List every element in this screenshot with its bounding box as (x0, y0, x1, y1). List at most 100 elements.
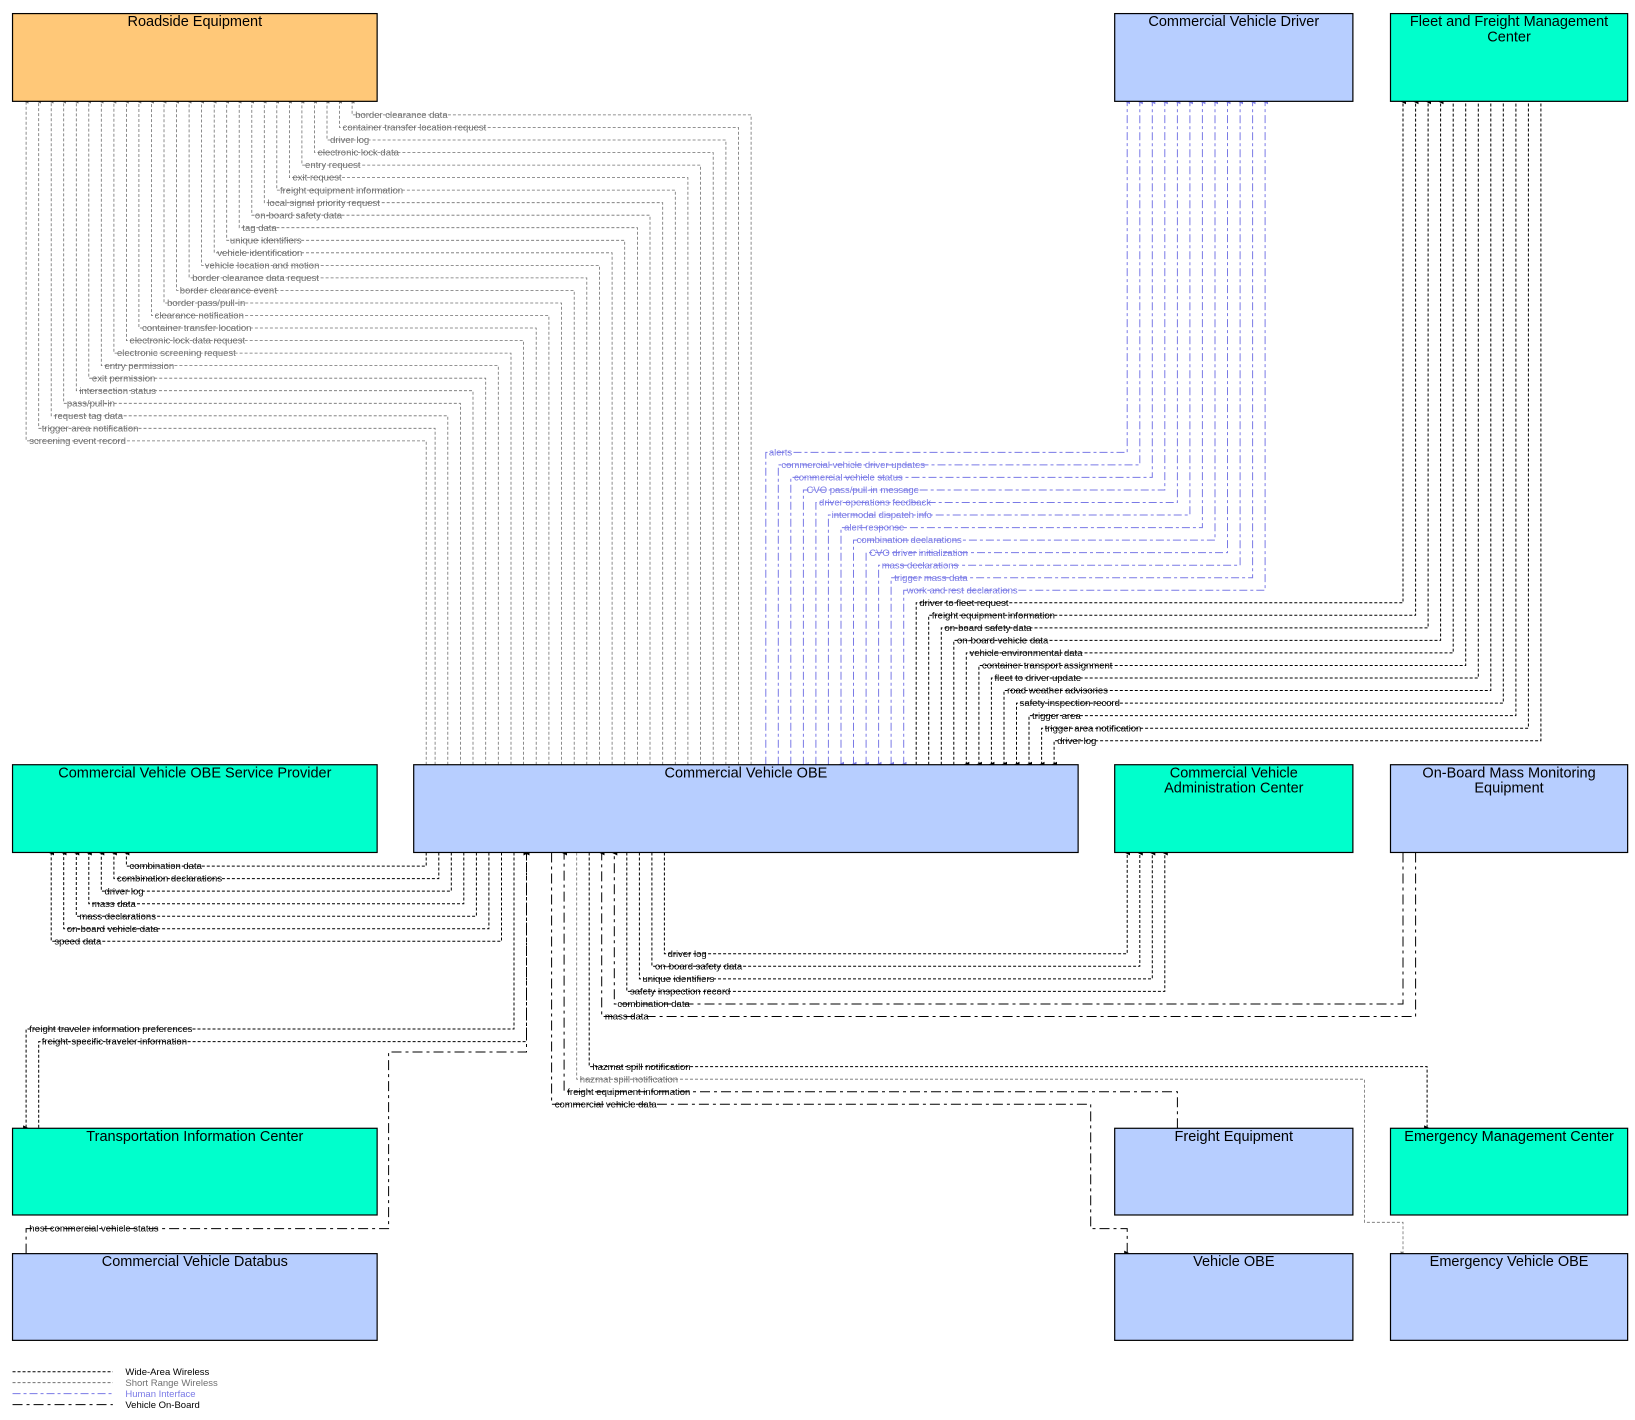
flow-label: exit permission (92, 373, 155, 384)
flow-label: on-board vehicle data (957, 636, 1049, 647)
flow-obe-cvac (651, 849, 1143, 967)
flow-label: safety inspection record (1020, 698, 1120, 709)
flow-label: vehicle identification (217, 248, 302, 259)
element-rse[interactable]: Roadside Equipment (11, 12, 378, 102)
flow-label: commercial vehicle driver updates (781, 460, 925, 471)
flow-rse-obe (349, 98, 752, 765)
flow-obmm-obe (611, 849, 1404, 1005)
flow-label: trigger area notification (1045, 723, 1142, 734)
flow-label: safety inspection record (630, 987, 730, 998)
element-label: Vehicle OBE (1193, 1254, 1275, 1270)
flow-label: alert response (844, 523, 904, 534)
legend-label: Human Interface (125, 1389, 195, 1400)
flow-label: request tag data (54, 411, 123, 422)
flow-rse-obe (186, 98, 588, 765)
element-fe[interactable]: Freight Equipment (1114, 1127, 1354, 1216)
element-label: Commercial Vehicle Databus (102, 1254, 288, 1270)
element-label: Transportation Information Center (86, 1129, 303, 1145)
flow-label: electronic lock data request (130, 336, 246, 347)
flows-layer: border clearance data container transfer … (23, 98, 1542, 1257)
flow-label: speed data (54, 936, 102, 947)
element-label: Freight Equipment (1175, 1129, 1293, 1145)
element-cvdb[interactable]: Commercial Vehicle Databus (11, 1253, 378, 1341)
flow-label: container transport assignment (982, 661, 1113, 672)
flow-label: commercial vehicle status (794, 473, 903, 484)
flow-label: border clearance data (355, 110, 448, 121)
flow-label: combination data (130, 861, 203, 872)
element-label: On-Board Mass Monitoring (1422, 765, 1595, 781)
element-label: Commercial Vehicle OBE Service Provider (58, 765, 331, 781)
legend-item-wide-area-wireless: Wide-Area Wireless (12, 1367, 210, 1378)
element-emc[interactable]: Emergency Management Center (1389, 1127, 1629, 1216)
flow-label: driver log (104, 886, 143, 897)
element-label: Center (1487, 29, 1531, 45)
flow-label: pass/pull-in (67, 398, 115, 409)
element-label: Emergency Vehicle OBE (1430, 1254, 1589, 1270)
flow-label: unique identifiers (642, 974, 714, 985)
flow-label: CVO pass/pull-in message (807, 485, 919, 496)
element-label: Equipment (1474, 780, 1543, 796)
legend-item-vehicle-on-board: Vehicle On-Board (12, 1400, 200, 1411)
element-label: Commercial Vehicle (1170, 765, 1298, 781)
flow-label: driver operations feedback (819, 498, 931, 509)
flow-label: freight equipment information (280, 185, 403, 196)
flow-label: fleet to driver update (995, 673, 1082, 684)
flow-label: freight equipment information (567, 1087, 690, 1098)
element-obmm[interactable]: On-Board Mass MonitoringEquipment (1389, 764, 1629, 854)
flow-label: on-board safety data (255, 210, 343, 221)
flow-label: trigger mass data (894, 573, 968, 584)
flow-rse-obe (337, 98, 739, 765)
element-vobe[interactable]: Vehicle OBE (1114, 1253, 1354, 1341)
flow-label: container transfer location (142, 323, 251, 334)
legend-item-short-range-wireless: Short Range Wireless (12, 1378, 218, 1389)
flow-label: trigger area (1032, 711, 1081, 722)
element-cvobe[interactable]: Commercial Vehicle OBE (413, 764, 1079, 854)
element-obesp[interactable]: Commercial Vehicle OBE Service Provider (11, 764, 378, 854)
flow-obe-cvac (638, 849, 1156, 980)
legend-item-human-interface: Human Interface (12, 1389, 196, 1400)
flow-label: electronic screening request (117, 348, 236, 359)
flow-label: driver log (1057, 736, 1096, 747)
flow-label: clearance notification (155, 311, 244, 322)
flow-label: freight traveler information preferences (29, 1024, 192, 1035)
element-label: Commercial Vehicle OBE (665, 765, 828, 781)
flow-label: mass data (92, 899, 137, 910)
element-ffmc[interactable]: Fleet and Freight ManagementCenter (1389, 12, 1629, 102)
flow-label: vehicle environmental data (969, 648, 1083, 659)
element-evobe[interactable]: Emergency Vehicle OBE (1389, 1253, 1629, 1341)
flow-label: intermodal dispatch info (832, 510, 932, 521)
flow-label: exit request (293, 173, 342, 184)
architecture-diagram: border clearance data container transfer … (11, 12, 1629, 1411)
flow-label: on-board safety data (944, 623, 1032, 634)
flow-rse-obe (199, 98, 600, 765)
flow-label: work and rest declarations (906, 585, 1018, 596)
element-cvd[interactable]: Commercial Vehicle Driver (1114, 12, 1354, 102)
flow-label: combination declarations (117, 874, 222, 885)
element-label: Emergency Management Center (1404, 1129, 1614, 1145)
element-cvac[interactable]: Commercial VehicleAdministration Center (1114, 764, 1354, 854)
flow-commercial-vehicle-data (551, 852, 1131, 1257)
flow-label: driver log (330, 135, 369, 146)
flow-label: intersection status (79, 386, 156, 397)
legend-label: Short Range Wireless (125, 1378, 218, 1389)
flow-label: container transfer location request (343, 123, 487, 134)
legend-label: Vehicle On-Board (125, 1400, 199, 1411)
flow-label: mass data (605, 1012, 650, 1023)
flow-label: vehicle location and motion (205, 260, 320, 271)
element-tic[interactable]: Transportation Information Center (11, 1127, 378, 1216)
flow-label: border clearance event (180, 286, 278, 297)
flow-label: screening event record (29, 436, 126, 447)
flow-label: trigger area notification (42, 423, 139, 434)
flow-label: on-board vehicle data (67, 924, 159, 935)
flow-label: unique identifiers (230, 235, 302, 246)
flow-label: entry request (305, 160, 361, 171)
flow-label: border clearance data request (192, 273, 319, 284)
flow-label: local signal priority request (267, 198, 380, 209)
flow-label: CVO driver initialization (869, 548, 968, 559)
flow-label: electronic lock data (318, 148, 400, 159)
flow-obe-cvac (663, 849, 1131, 955)
flow-label: alerts (769, 447, 792, 458)
element-label: Commercial Vehicle Driver (1148, 14, 1319, 30)
flow-label: entry permission (104, 361, 174, 372)
flow-label: hazmat spill notification (580, 1074, 678, 1085)
